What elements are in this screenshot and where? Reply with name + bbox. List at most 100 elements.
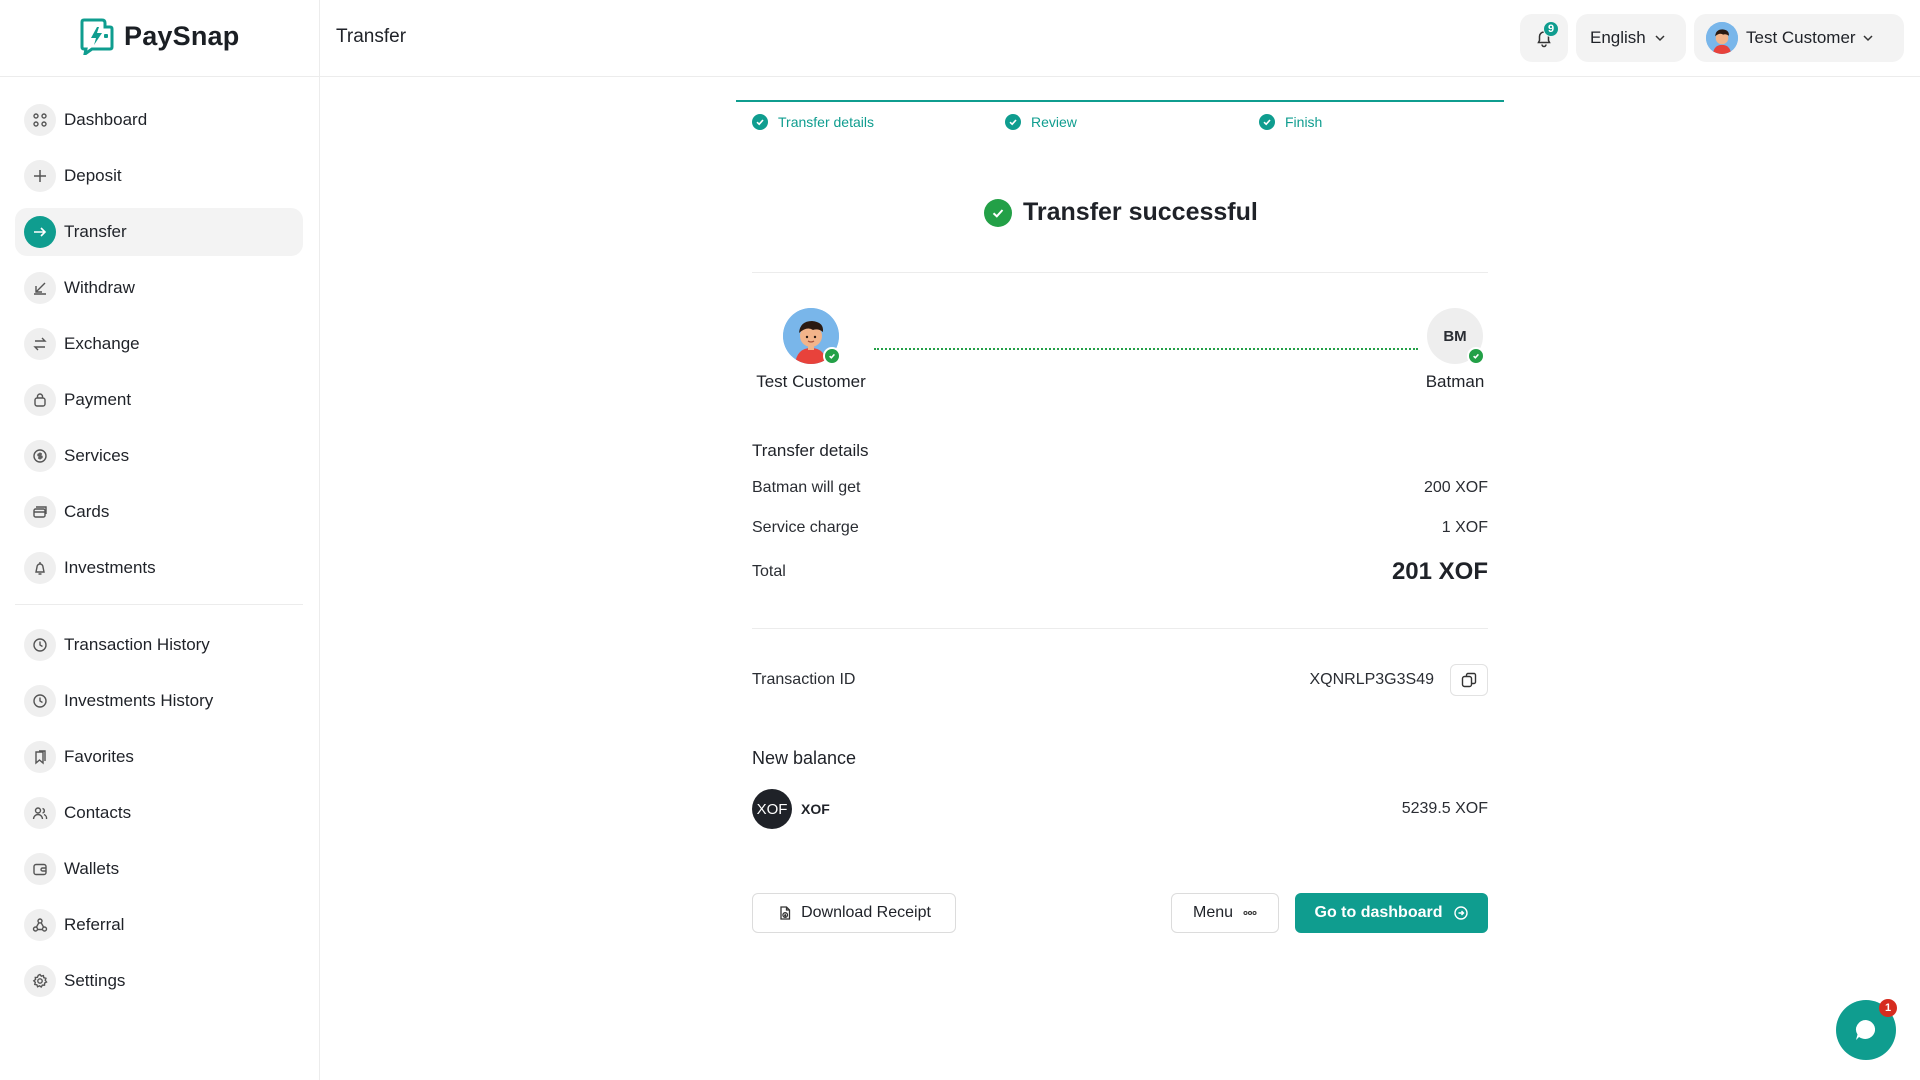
bag-icon [24,384,56,416]
sidebar-item-referral[interactable]: Referral [15,901,303,949]
detail-label: Service charge [752,519,859,536]
detail-label: Batman will get [752,479,861,496]
chat-bubble-icon [1856,1020,1876,1040]
new-balance-heading: New balance [752,748,857,768]
download-file-icon [777,905,793,921]
clock-icon [24,685,56,717]
sidebar-item-label: Referral [64,915,125,934]
sidebar-item-label: Investments [64,558,156,577]
divider [752,628,1488,629]
sidebar-item-label: Dashboard [64,110,148,129]
menu-button[interactable]: Menu [1171,893,1279,933]
step-review: Review [1005,114,1077,130]
receiver: BM Batman [1385,308,1525,392]
page-title: Transfer [336,26,407,47]
sidebar-item-label: Investments History [64,691,214,710]
chat-button[interactable]: 1 [1836,999,1897,1060]
sidebar-item-label: Deposit [64,166,122,185]
total-value: 201 XOF [1391,558,1488,585]
stepper-progress-line [736,100,1504,102]
step-label: Review [1031,114,1077,130]
exchange-icon [24,328,56,360]
divider [752,272,1488,273]
more-dots-icon [1243,910,1257,916]
chevron-down-icon [1863,35,1873,42]
bell-plant-icon [24,552,56,584]
sidebar-item-label: Exchange [64,334,140,353]
sidebar-item-wallets[interactable]: Wallets [15,845,303,893]
sidebar-item-transaction-history[interactable]: Transaction History [15,621,303,669]
sidebar-item-contacts[interactable]: Contacts [15,789,303,837]
receiver-initials: BM [1443,327,1467,345]
sidebar-item-settings[interactable]: Settings [15,957,303,1005]
new-balance-value: 5239.5 XOF [1401,800,1488,817]
sidebar-item-label: Favorites [64,747,134,766]
sidebar-item-transfer[interactable]: Transfer [15,208,303,256]
step-finish: Finish [1259,114,1322,130]
check-icon [1467,347,1485,365]
sidebar-item-investments[interactable]: Investments [15,544,303,592]
recipient-amount-row: Batman will get 200 XOF [752,479,1488,497]
success-check-icon [984,198,1012,227]
sidebar-item-label: Transfer [64,222,127,241]
arrow-right-icon [24,216,56,248]
currency-badge: XOF [752,789,792,829]
receiver-name: Batman [1425,372,1485,391]
sidebar-item-dashboard[interactable]: Dashboard [15,96,303,144]
grid-icon [24,104,56,136]
plus-icon [24,160,56,192]
clock-icon [24,629,56,661]
detail-value: 1 XOF [1441,519,1488,536]
sidebar-item-deposit[interactable]: Deposit [15,152,303,200]
transfer-details-heading: Transfer details [752,441,869,460]
step-transfer-details: Transfer details [752,114,874,130]
brand[interactable]: PaySnap [78,16,239,56]
service-charge-row: Service charge 1 XOF [752,519,1488,537]
sidebar: PaySnap Dashboard Deposit Transfer Withd… [0,0,320,1080]
secondary-nav: Transaction History Investments History … [15,621,303,1013]
divider [0,76,320,77]
divider [15,604,303,605]
gear-icon [24,965,56,997]
transaction-id-value: XQNRLP3G3S49 [1309,671,1434,688]
go-to-dashboard-label: Go to dashboard [1314,904,1443,921]
sidebar-item-cards[interactable]: Cards [15,488,303,536]
sidebar-item-payment[interactable]: Payment [15,376,303,424]
cards-icon [24,496,56,528]
sidebar-item-services[interactable]: Services [15,432,303,480]
notification-count-badge: 9 [1543,21,1559,37]
header: Transfer 9 English Test Customer [320,0,1920,77]
users-icon [24,797,56,829]
currency: XOF XOF [752,789,830,829]
language-selector[interactable]: English [1576,14,1686,62]
download-receipt-button[interactable]: Download Receipt [752,893,956,933]
sidebar-item-withdraw[interactable]: Withdraw [15,264,303,312]
user-menu-button[interactable]: Test Customer [1694,14,1904,62]
copy-button[interactable] [1450,664,1488,696]
sender-name: Test Customer [756,372,866,391]
sidebar-item-favorites[interactable]: Favorites [15,733,303,781]
sidebar-item-exchange[interactable]: Exchange [15,320,303,368]
coin-icon [24,440,56,472]
chevron-down-icon [1655,35,1665,42]
bookmark-icon [24,741,56,773]
notifications-button[interactable]: 9 [1520,14,1568,62]
step-label: Transfer details [778,114,874,130]
check-icon [1005,114,1021,130]
currency-code: XOF [801,801,830,817]
transaction-id: XQNRLP3G3S49 [1309,664,1488,696]
sidebar-item-investments-history[interactable]: Investments History [15,677,303,725]
detail-value: 200 XOF [1423,479,1488,496]
success-title: Transfer successful [1023,198,1258,226]
sidebar-item-label: Wallets [64,859,120,878]
paysnap-logo-icon [80,18,114,55]
brand-name: PaySnap [124,20,240,51]
check-icon [823,347,841,365]
primary-nav: Dashboard Deposit Transfer Withdraw Exch… [15,96,303,600]
sidebar-item-label: Payment [64,390,132,409]
sidebar-item-label: Withdraw [64,278,135,297]
referral-icon [24,909,56,941]
go-to-dashboard-button[interactable]: Go to dashboard [1295,893,1488,933]
wallet-icon [24,853,56,885]
menu-label: Menu [1192,904,1234,921]
